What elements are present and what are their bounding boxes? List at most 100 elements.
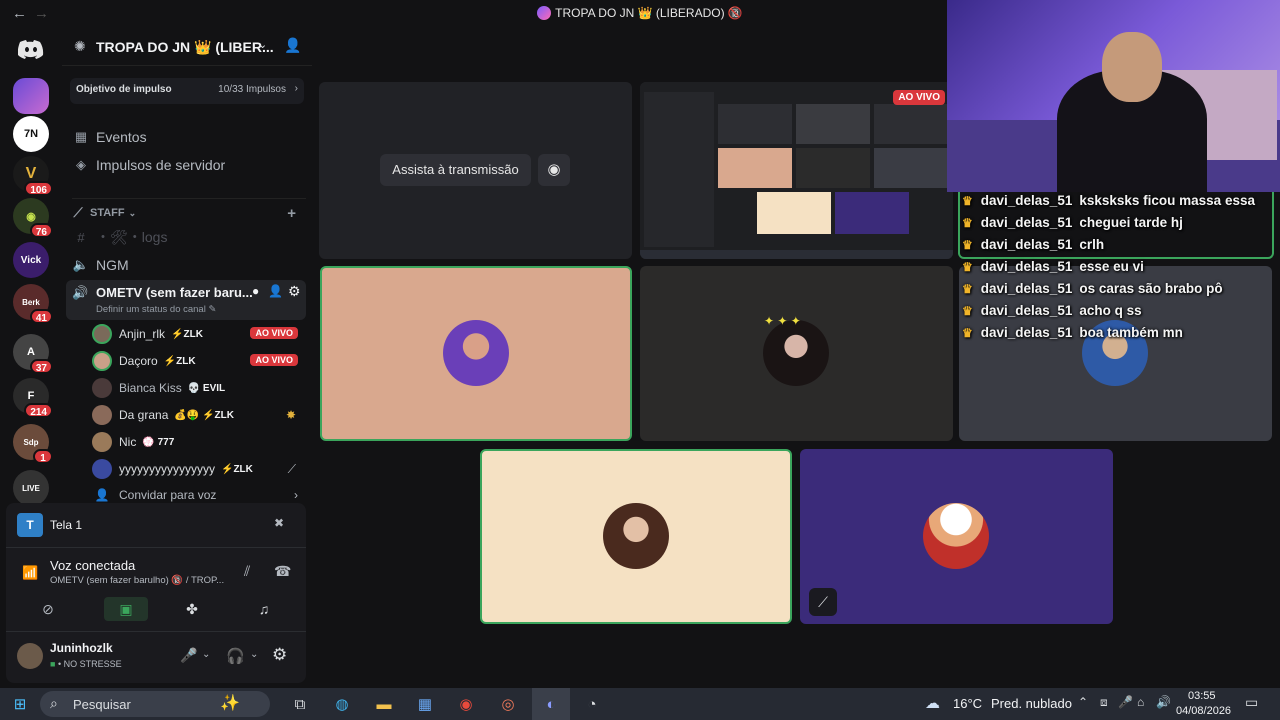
server-v[interactable]: V 106 — [13, 156, 53, 196]
chat-user: davi_delas_51 — [980, 215, 1073, 230]
server-green[interactable]: ◉ 76 — [13, 198, 53, 238]
chat-text: acho q ss — [1079, 303, 1142, 318]
discord-app: ← → TROPA DO JN 👑 (LIBERADO) 🔞 7N V 106 ◉… — [0, 0, 1280, 720]
channel-status-text: Definir um status do canal — [96, 304, 206, 315]
voice-connected-label[interactable]: Voz conectada — [50, 558, 135, 573]
tray-app-icon[interactable]: ⧈ — [1100, 695, 1108, 710]
voice-channel-label: OMETV (sem fazer baru... — [96, 285, 253, 300]
voice-member[interactable]: Anjin_rlk ⚡ZLK AO VIVO — [92, 322, 302, 346]
server-sdp[interactable]: Sdp 1 — [13, 424, 53, 464]
username[interactable]: Juninhozlk — [50, 641, 113, 655]
gear-icon[interactable]: ⚙ — [272, 645, 287, 665]
soundboard-icon[interactable]: ♫ — [246, 597, 282, 621]
add-channel-icon[interactable]: + — [287, 205, 296, 222]
member-name: Da grana — [119, 408, 169, 422]
calendar-icon: ▦ — [74, 129, 88, 144]
windows-start-icon[interactable]: ⊞ — [8, 692, 32, 716]
voice-member[interactable]: Daçoro ⚡ZLK AO VIVO — [92, 349, 302, 373]
menu-server-boosts[interactable]: ◈ Impulsos de servidor — [70, 152, 304, 178]
invite-icon[interactable]: 👤 — [268, 284, 283, 298]
voice-member[interactable]: Nic 💮 777 — [92, 430, 302, 454]
server-header[interactable]: ✺ TROPA DO JN 👑 (LIBER... ⌄ 👤 — [62, 28, 312, 66]
headphones-icon[interactable]: 🎧 — [226, 647, 245, 665]
active-voice-channel[interactable]: 🔊 OMETV (sem fazer baru... ● 👤 ⚙ Definir… — [66, 280, 306, 320]
stream-tile-offline[interactable]: Assista à transmissão ◉ — [319, 82, 632, 259]
network-icon[interactable]: ⌂ — [1137, 695, 1144, 709]
chrome-icon[interactable]: ◉ — [454, 692, 478, 716]
notification-icon[interactable]: ▭ — [1245, 694, 1258, 711]
voice-member[interactable]: yyyyyyyyyyyyyyyy ⚡ZLK ⟋ — [92, 457, 302, 481]
member-name: Bianca Kiss — [119, 381, 182, 395]
participant-tile[interactable]: ⟋ — [800, 449, 1113, 624]
participant-tile[interactable] — [480, 449, 792, 624]
avatar — [763, 320, 829, 386]
category-staff[interactable]: ⟋ STAFF ⌄ + — [70, 200, 304, 226]
edge-icon[interactable]: ◍ — [330, 692, 354, 716]
clock-date[interactable]: 04/08/2026 — [1176, 705, 1231, 717]
stream-preview-tile — [796, 104, 870, 144]
obs-icon[interactable]: ◔ — [580, 692, 604, 716]
server-user-avatar[interactable] — [13, 78, 49, 114]
stream-tile-live[interactable]: AO VIVO — [640, 82, 953, 259]
microphone-icon[interactable]: 🎤 — [180, 647, 197, 664]
channel-logs[interactable]: # ・🛠・logs — [70, 224, 304, 250]
camera-off-icon[interactable]: ⊘ — [30, 597, 66, 621]
chat-text: os caras são brabo pô — [1079, 281, 1223, 296]
server-7tv[interactable]: 7N — [13, 116, 49, 152]
file-explorer-icon[interactable]: ▬ — [372, 692, 396, 716]
crown-icon: ♛ — [962, 216, 973, 230]
chat-user: davi_delas_51 — [980, 325, 1073, 340]
chevron-down-icon: ⌄ — [258, 39, 268, 51]
chat-user: davi_delas_51 — [980, 303, 1073, 318]
voice-member[interactable]: Da grana 💰🤑 ⚡ZLK ✸ — [92, 403, 302, 427]
chevron-down-icon[interactable]: ⌄ — [250, 649, 258, 660]
activities-icon[interactable]: ✤ — [174, 597, 210, 621]
tray-mic-icon[interactable]: 🎤 — [1118, 695, 1133, 709]
add-member-icon[interactable]: 👤 — [284, 37, 301, 54]
speaker-icon: 🔈 — [72, 257, 90, 272]
voice-channel-info[interactable]: OMETV (sem fazer barulho) 🔞 / TROP... — [50, 575, 224, 586]
disconnect-icon[interactable]: ☎ — [274, 563, 291, 580]
boost-goal-bar[interactable]: Objetivo de impulso 10/33 Impulsos › — [70, 78, 304, 104]
avatar[interactable] — [17, 643, 43, 669]
screen-share-icon[interactable]: ▣ — [104, 597, 148, 621]
participant-tile[interactable]: ✦ ✦ ✦ — [640, 266, 953, 441]
channel-label: NGM — [96, 257, 129, 273]
noise-suppression-icon[interactable]: ⫽ — [244, 563, 250, 580]
store-icon[interactable]: ▦ — [413, 692, 437, 716]
crown-icon: ♛ — [962, 326, 973, 340]
tray-chevron-icon[interactable]: ⌃ — [1078, 695, 1088, 709]
user-status[interactable]: ■ • NO STRESSE — [50, 659, 122, 669]
discord-logo-icon — [18, 40, 44, 59]
participant-tile[interactable] — [320, 266, 632, 441]
chat-bubble-icon[interactable]: ● — [252, 284, 259, 298]
badge: 76 — [29, 223, 53, 238]
server-live[interactable]: LIVE — [13, 470, 49, 506]
taskbar-search-box[interactable]: ⌕ Pesquisar ✨ — [40, 691, 270, 717]
stop-screen-icon[interactable]: ✖ — [274, 516, 284, 530]
discord-home-button[interactable] — [13, 32, 49, 68]
channel-status[interactable]: Definir um status do canal ✎ — [96, 304, 216, 315]
discord-taskbar-icon[interactable]: ◐ — [532, 688, 570, 720]
voice-channel-ngm[interactable]: 🔈 NGM — [70, 252, 304, 278]
server-f[interactable]: F 214 — [13, 378, 53, 418]
chevron-down-icon[interactable]: ⌄ — [202, 649, 210, 660]
server-a[interactable]: A 37 — [13, 334, 53, 374]
weather-temp[interactable]: 16°C — [953, 696, 982, 711]
server-vick[interactable]: Vick — [13, 242, 49, 278]
member-tag: 💮 777 — [142, 436, 175, 448]
weather-desc[interactable]: Pred. nublado — [991, 696, 1072, 711]
watch-stream-button[interactable]: Assista à transmissão — [380, 154, 531, 186]
clock-time[interactable]: 03:55 — [1188, 690, 1216, 702]
badge: 41 — [29, 309, 53, 324]
gear-icon[interactable]: ⚙ — [288, 283, 301, 300]
volume-icon[interactable]: 🔊 — [1156, 695, 1171, 709]
menu-label: Impulsos de servidor — [96, 157, 226, 173]
voice-member[interactable]: Bianca Kiss 💀 EVIL — [92, 376, 302, 400]
menu-events[interactable]: ▦ Eventos — [70, 124, 304, 150]
app-icon[interactable]: ◎ — [496, 692, 520, 716]
server-berk[interactable]: Berk 41 — [13, 284, 53, 324]
task-view-icon[interactable]: ⧉ — [288, 692, 312, 716]
speaker-icon: 🔊 — [72, 285, 89, 300]
watch-stream-icon[interactable]: ◉ — [538, 154, 570, 186]
